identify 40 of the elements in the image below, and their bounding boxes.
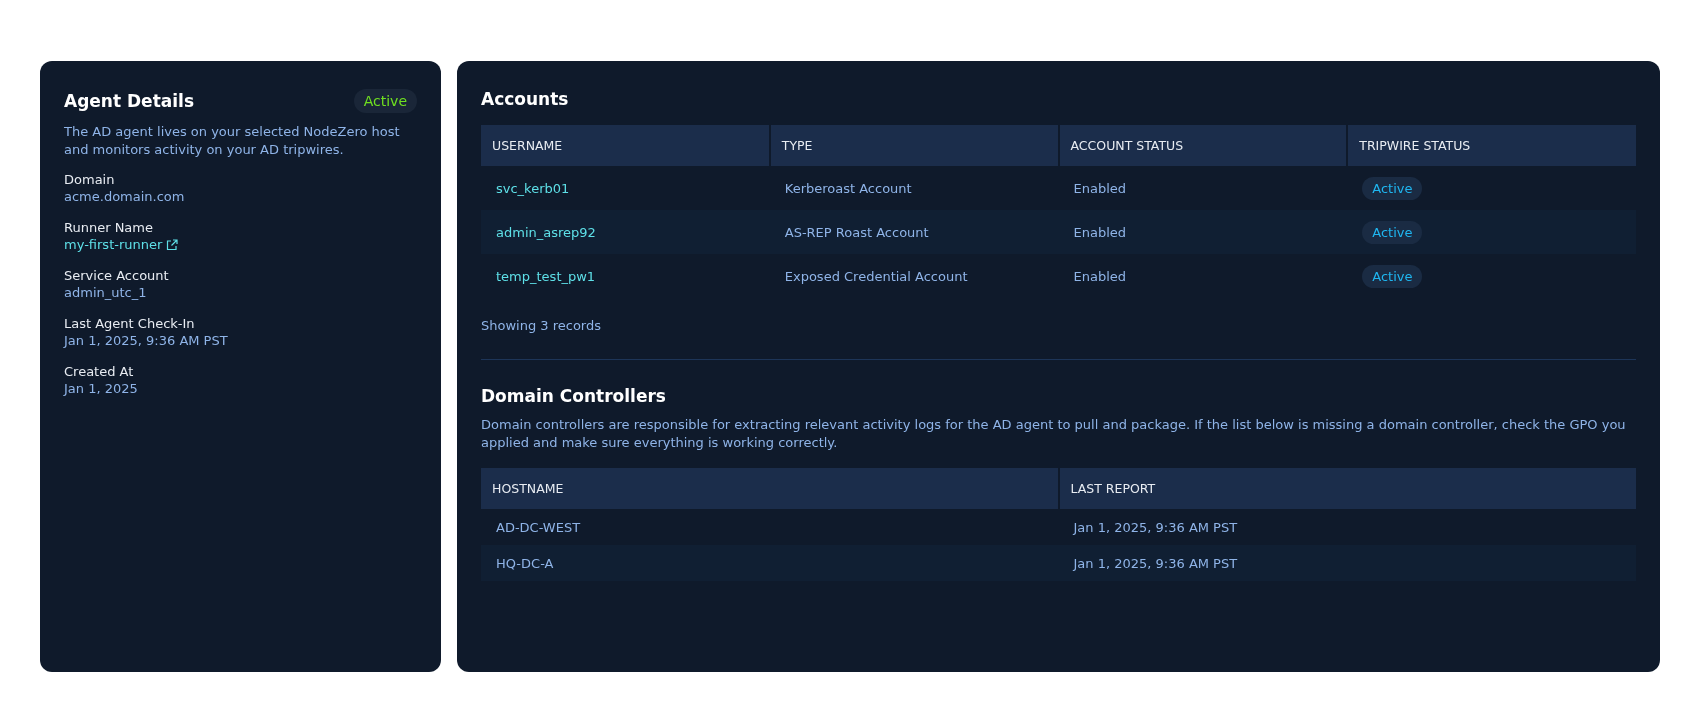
section-title: Domain Controllers <box>481 386 667 406</box>
type-cell: AS-REP Roast Account <box>769 210 1059 254</box>
account-status-cell: Enabled <box>1058 254 1348 298</box>
field-value: Jan 1, 2025, 9:36 AM PST <box>64 332 228 349</box>
runner-link[interactable]: my-first-runner <box>64 236 163 253</box>
column-header: USERNAME <box>481 125 770 166</box>
description: The AD agent lives on your selected NodeZero host and monitors activity on your AD tripwires. <box>64 123 401 159</box>
tripwire-status-badge: Active <box>1362 220 1423 244</box>
username-cell: admin_asrep92 <box>481 210 770 254</box>
tripwire-status-badge: Active <box>1362 264 1423 288</box>
column-header: LAST REPORT <box>1058 468 1636 509</box>
field-value: acme.domain.com <box>64 188 185 205</box>
column-header: ACCOUNT STATUS <box>1058 125 1348 166</box>
type-cell: Exposed Credential Account <box>769 254 1059 298</box>
tripwire-status-badge: Active <box>1362 176 1423 200</box>
column-header: TYPE <box>769 125 1059 166</box>
card-title: Agent Details <box>64 91 194 111</box>
last-report-cell: Jan 1, 2025, 9:36 AM PST <box>1058 545 1636 581</box>
column-header: TRIPWIRE STATUS <box>1347 125 1636 166</box>
last-report-cell: Jan 1, 2025, 9:36 AM PST <box>1058 509 1636 545</box>
description: Domain controllers are responsible for extracting relevant activity logs for the AD agent to pull and package. If the list below is missing a domain controller, check the GPO you applied and make sure everything is working correctly. <box>481 416 1627 452</box>
column-header: HOSTNAME <box>481 468 1059 509</box>
username-cell: temp_test_pw1 <box>481 254 770 298</box>
field-label: Runner Name <box>64 219 153 236</box>
account-status-cell: Enabled <box>1058 166 1348 210</box>
field-value: Jan 1, 2025 <box>64 380 138 397</box>
hostname-cell: AD-DC-WEST <box>481 509 1059 545</box>
records-count: Showing 3 records <box>481 318 601 333</box>
external-link-icon[interactable] <box>166 238 179 251</box>
account-status-cell: Enabled <box>1058 210 1348 254</box>
status-badge: Active <box>353 89 417 113</box>
field-label: Last Agent Check-In <box>64 315 195 332</box>
section-title: Accounts <box>481 89 570 109</box>
field-value: admin_utc_1 <box>64 284 147 301</box>
hostname-cell: HQ-DC-A <box>481 545 1059 581</box>
field-label: Created At <box>64 363 134 380</box>
type-cell: Kerberoast Account <box>769 166 1059 210</box>
field-label: Service Account <box>64 267 169 284</box>
field-label: Domain <box>64 171 115 188</box>
username-cell: svc_kerb01 <box>481 166 770 210</box>
